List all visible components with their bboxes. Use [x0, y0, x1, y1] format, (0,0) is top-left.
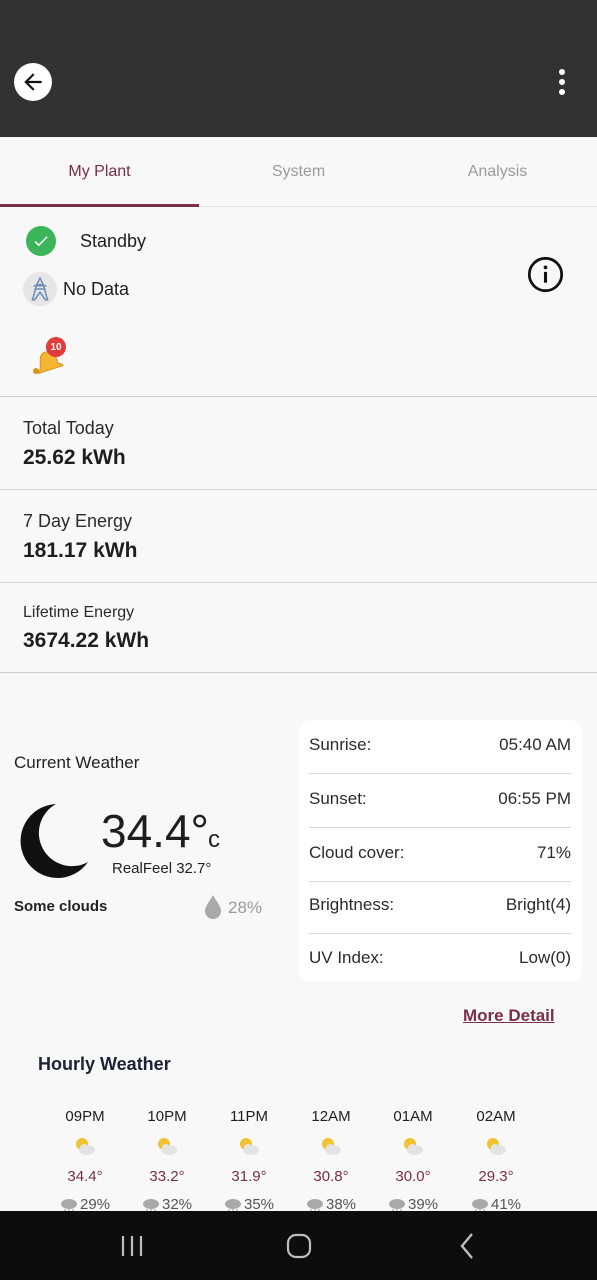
status-text: Standby [80, 230, 147, 251]
tab-bar: My Plant System Analysis [0, 137, 597, 207]
sunrise-label: Sunrise: [309, 735, 372, 754]
uv-index-label: UV Index: [309, 948, 384, 967]
tab-analysis[interactable]: Analysis [398, 137, 597, 207]
sunrise-row: Sunrise: 05:40 AM [309, 735, 571, 755]
total-today-label: Total Today [23, 418, 114, 438]
hour-temperature: 30.8° [313, 1168, 349, 1185]
lifetime-value: 3674.22 kWh [23, 629, 150, 652]
grid-status: No Data [23, 272, 129, 306]
divider [309, 773, 571, 774]
check-circle-icon [26, 226, 56, 256]
hour-time: 02AM [476, 1108, 516, 1125]
weather-details-card: Sunrise: 05:40 AM Sunset: 06:55 PM Cloud… [299, 720, 582, 982]
back-button[interactable] [14, 63, 52, 101]
hour-time: 09PM [65, 1108, 105, 1125]
current-temperature: 34.4° [101, 805, 209, 857]
hourly-item: 01AM 30.0° 39% [380, 1108, 446, 1213]
realfeel-temperature: RealFeel 32.7° [112, 860, 212, 877]
rain-cloud-icon [224, 1198, 241, 1211]
alarm-count-badge: 10 [46, 337, 66, 357]
hour-time: 12AM [311, 1108, 351, 1125]
rain-cloud-icon [142, 1198, 159, 1211]
partly-cloudy-night-icon [487, 1138, 506, 1155]
hour-temperature: 34.4° [67, 1168, 103, 1185]
chevron-left-icon [460, 1232, 473, 1259]
hour-time: 10PM [147, 1108, 187, 1125]
more-detail-link[interactable]: More Detail [463, 1006, 555, 1026]
recent-apps-icon [121, 1235, 143, 1256]
tab-indicator [0, 204, 199, 207]
partly-cloudy-night-icon [322, 1138, 341, 1155]
hour-time: 11PM [229, 1108, 269, 1125]
temperature-unit: c [208, 826, 220, 853]
uv-index-value: Low(0) [519, 948, 571, 967]
tab-my-plant[interactable]: My Plant [0, 137, 199, 207]
hour-temperature: 33.2° [149, 1168, 185, 1185]
divider [309, 933, 571, 934]
more-vert-icon [559, 69, 565, 75]
cloud-cover-label: Cloud cover: [309, 843, 405, 862]
info-button[interactable] [527, 256, 564, 293]
sunset-label: Sunset: [309, 789, 367, 808]
sunset-value: 06:55 PM [498, 789, 571, 808]
recent-apps-button[interactable] [92, 1211, 172, 1280]
hourly-item: 10PM 33.2° 32% [134, 1108, 200, 1213]
grid-status-text: No Data [63, 278, 130, 299]
hour-temperature: 30.0° [395, 1168, 431, 1185]
water-drop-icon [205, 895, 221, 919]
hourly-weather-title: Hourly Weather [38, 1054, 171, 1074]
cloud-cover-value: 71% [536, 843, 571, 862]
cloud-cover-row: Cloud cover: 71% [309, 843, 571, 863]
more-options-button[interactable] [549, 66, 575, 98]
total-today-value: 25.62 kWh [23, 446, 126, 469]
rain-cloud-icon [388, 1198, 405, 1211]
divider [0, 672, 597, 673]
transmission-tower-icon [23, 272, 57, 306]
rain-cloud-icon [306, 1198, 323, 1211]
hourly-item: 02AM 29.3° 41% [463, 1108, 529, 1213]
sunset-row: Sunset: 06:55 PM [309, 789, 571, 809]
hour-time: 01AM [393, 1108, 433, 1125]
rain-cloud-icon [471, 1198, 488, 1211]
divider [0, 489, 597, 490]
app-bar [0, 0, 597, 137]
hour-temperature: 31.9° [231, 1168, 267, 1185]
system-nav-bar [0, 1211, 597, 1280]
hour-temperature: 29.3° [478, 1168, 514, 1185]
seven-day-label: 7 Day Energy [23, 511, 133, 531]
info-icon [527, 256, 564, 293]
divider [0, 396, 597, 397]
system-back-button[interactable] [427, 1211, 507, 1280]
brightness-row: Brightness: Bright(4) [309, 895, 571, 915]
partly-cloudy-night-icon [240, 1138, 259, 1155]
plant-status: Standby [26, 226, 146, 256]
moon-icon [20, 804, 89, 878]
seven-day-value: 181.17 kWh [23, 539, 138, 562]
hourly-item: 11PM 31.9° 35% [216, 1108, 282, 1213]
divider [309, 827, 571, 828]
home-icon [286, 1233, 312, 1258]
lifetime-label: Lifetime Energy [23, 604, 135, 621]
uv-index-row: UV Index: Low(0) [309, 948, 571, 968]
brightness-value: Bright(4) [505, 895, 571, 914]
partly-cloudy-night-icon [76, 1138, 95, 1155]
hourly-item: 09PM 34.4° 29% [52, 1108, 118, 1213]
partly-cloudy-night-icon [158, 1138, 177, 1155]
tab-system[interactable]: System [199, 137, 398, 207]
humidity-value: 28% [228, 898, 263, 917]
brightness-label: Brightness: [309, 895, 395, 914]
hourly-item: 12AM 30.8° 38% [298, 1108, 364, 1213]
home-button[interactable] [259, 1211, 339, 1280]
current-weather-title: Current Weather [14, 753, 140, 772]
partly-cloudy-night-icon [404, 1138, 423, 1155]
arrow-left-icon [24, 73, 42, 91]
divider [309, 881, 571, 882]
weather-condition: Some clouds [14, 898, 108, 915]
rain-cloud-icon [60, 1198, 77, 1211]
divider [0, 582, 597, 583]
sunrise-value: 05:40 AM [499, 735, 571, 754]
